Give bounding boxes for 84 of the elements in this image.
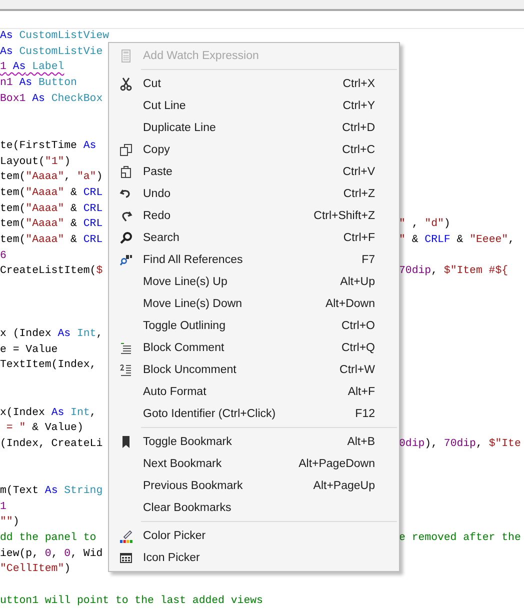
- menu-item[interactable]: Undo Ctrl+Z: [109, 183, 399, 205]
- menu-item[interactable]: Move Line(s) Up Alt+Up: [109, 271, 399, 293]
- redo-icon: [119, 209, 133, 223]
- code-text: As CustomListVie: [0, 46, 103, 58]
- shortcut-text: Ctrl+X: [342, 78, 375, 90]
- menu-item[interactable]: Block Comment Ctrl+Q: [109, 337, 399, 359]
- comment-lines-icon: [119, 341, 133, 355]
- code-text: " , "d"): [399, 218, 450, 230]
- code-text: "CellItem"): [0, 563, 71, 576]
- code-text: e = Value: [0, 344, 58, 356]
- shortcut-text: Ctrl+F: [343, 232, 375, 244]
- shortcut-text: Alt+PageUp: [313, 480, 375, 492]
- code-text: tem("Aaaa" & CRL: [0, 234, 103, 246]
- menu-item[interactable]: Cut Ctrl+X: [109, 73, 399, 95]
- code-text: Box1 As CheckBox: [0, 92, 103, 105]
- menu-item[interactable]: Previous Bookmark Alt+PageUp: [109, 475, 399, 497]
- shortcut-text: Ctrl+C: [342, 144, 375, 156]
- code-text: x(Index As Int,: [0, 406, 96, 418]
- code-text: " & CRLF & "Eeee",: [399, 234, 514, 246]
- paste-icon: [119, 165, 133, 179]
- menu-item[interactable]: Toggle Bookmark Alt+B: [109, 431, 399, 453]
- code-text: 1 As Label: [0, 61, 64, 74]
- shortcut-text: Alt+Down: [325, 298, 375, 310]
- code-text: iew(p, 0, 0, Wid: [0, 548, 103, 560]
- shortcut-text: Ctrl+W: [340, 364, 375, 376]
- shortcut-text: F12: [355, 408, 375, 420]
- code-text: tem("Aaaa", "a"): [0, 171, 103, 184]
- menu-item[interactable]: Cut Line Ctrl+Y: [109, 95, 399, 117]
- shortcut-text: Ctrl+Y: [342, 100, 375, 112]
- code-text: Layout("1"): [0, 156, 71, 168]
- code-text: As CustomListView: [0, 30, 110, 42]
- menu-item[interactable]: Icon Picker: [109, 547, 399, 569]
- menu-item[interactable]: Duplicate Line Ctrl+D: [109, 117, 399, 139]
- references-icon: [119, 253, 133, 267]
- search-icon: [119, 231, 133, 245]
- shortcut-text: Alt+B: [347, 436, 375, 448]
- code-text: CreateListItem($: [0, 265, 103, 278]
- menu-item[interactable]: Toggle Outlining Ctrl+O: [109, 315, 399, 337]
- menu-item[interactable]: Next Bookmark Alt+PageDown: [109, 453, 399, 475]
- code-text: TextItem(Index,: [0, 359, 96, 372]
- grid-icon: [119, 551, 133, 565]
- menu-item[interactable]: Find All References F7: [109, 249, 399, 271]
- color-picker-icon: [119, 529, 133, 543]
- shortcut-text: Alt+F: [348, 386, 375, 398]
- code-text: m(Text As String: [0, 484, 103, 497]
- shortcut-text: Alt+Up: [340, 276, 375, 288]
- code-text: = " & Value): [5, 422, 84, 434]
- code-text: utton1 will point to the last added views: [0, 594, 263, 607]
- menu-item[interactable]: Search Ctrl+F: [109, 227, 399, 249]
- menu-item[interactable]: Goto Identifier (Ctrl+Click) F12: [109, 403, 399, 425]
- menu-item[interactable]: Auto Format Alt+F: [109, 381, 399, 403]
- calculator-icon: [119, 49, 133, 63]
- menu-item[interactable]: Block Uncomment Ctrl+W: [109, 359, 399, 381]
- code-text: 6: [0, 250, 6, 262]
- code-text: n1 As Button: [0, 77, 77, 90]
- menu-item[interactable]: Redo Ctrl+Shift+Z: [109, 205, 399, 227]
- code-text: e removed after the: [399, 532, 521, 544]
- code-text: dd the panel to: [0, 532, 96, 544]
- menu-item[interactable]: Copy Ctrl+C: [109, 139, 399, 161]
- shortcut-text: Ctrl+O: [341, 320, 375, 332]
- code-text: 70dip, $"Item #${: [399, 265, 508, 278]
- code-text: 0dip), 70dip, $"Ite: [399, 438, 521, 450]
- code-text: (Index, CreateLi: [0, 438, 103, 450]
- menu-item[interactable]: Move Line(s) Down Alt+Down: [109, 293, 399, 315]
- shortcut-text: Ctrl+Z: [343, 188, 375, 200]
- uncomment-lines-icon: [119, 363, 133, 377]
- menu-item[interactable]: Paste Ctrl+V: [109, 161, 399, 183]
- code-text: tem("Aaaa" & CRL: [0, 186, 103, 199]
- menu-item[interactable]: Clear Bookmarks: [109, 497, 399, 519]
- menu-item[interactable]: Color Picker: [109, 525, 399, 547]
- shortcut-text: Ctrl+Q: [341, 342, 375, 354]
- code-text: ""): [0, 516, 20, 528]
- shortcut-text: Ctrl+V: [342, 166, 375, 178]
- code-text: tem("Aaaa" & CRL: [0, 202, 103, 215]
- code-text: tem("Aaaa" & CRL: [0, 218, 103, 230]
- code-text: 1: [0, 500, 6, 513]
- code-text: te(FirstTime As: [0, 140, 96, 152]
- shortcut-text: Ctrl+Shift+Z: [314, 210, 375, 222]
- shortcut-text: Alt+PageDown: [298, 458, 375, 470]
- scissors-icon: [119, 77, 133, 91]
- copy-icon: [119, 143, 133, 157]
- shortcut-text: F7: [362, 254, 375, 266]
- shortcut-text: Ctrl+D: [342, 122, 375, 134]
- code-text: x (Index As Int,: [0, 328, 103, 340]
